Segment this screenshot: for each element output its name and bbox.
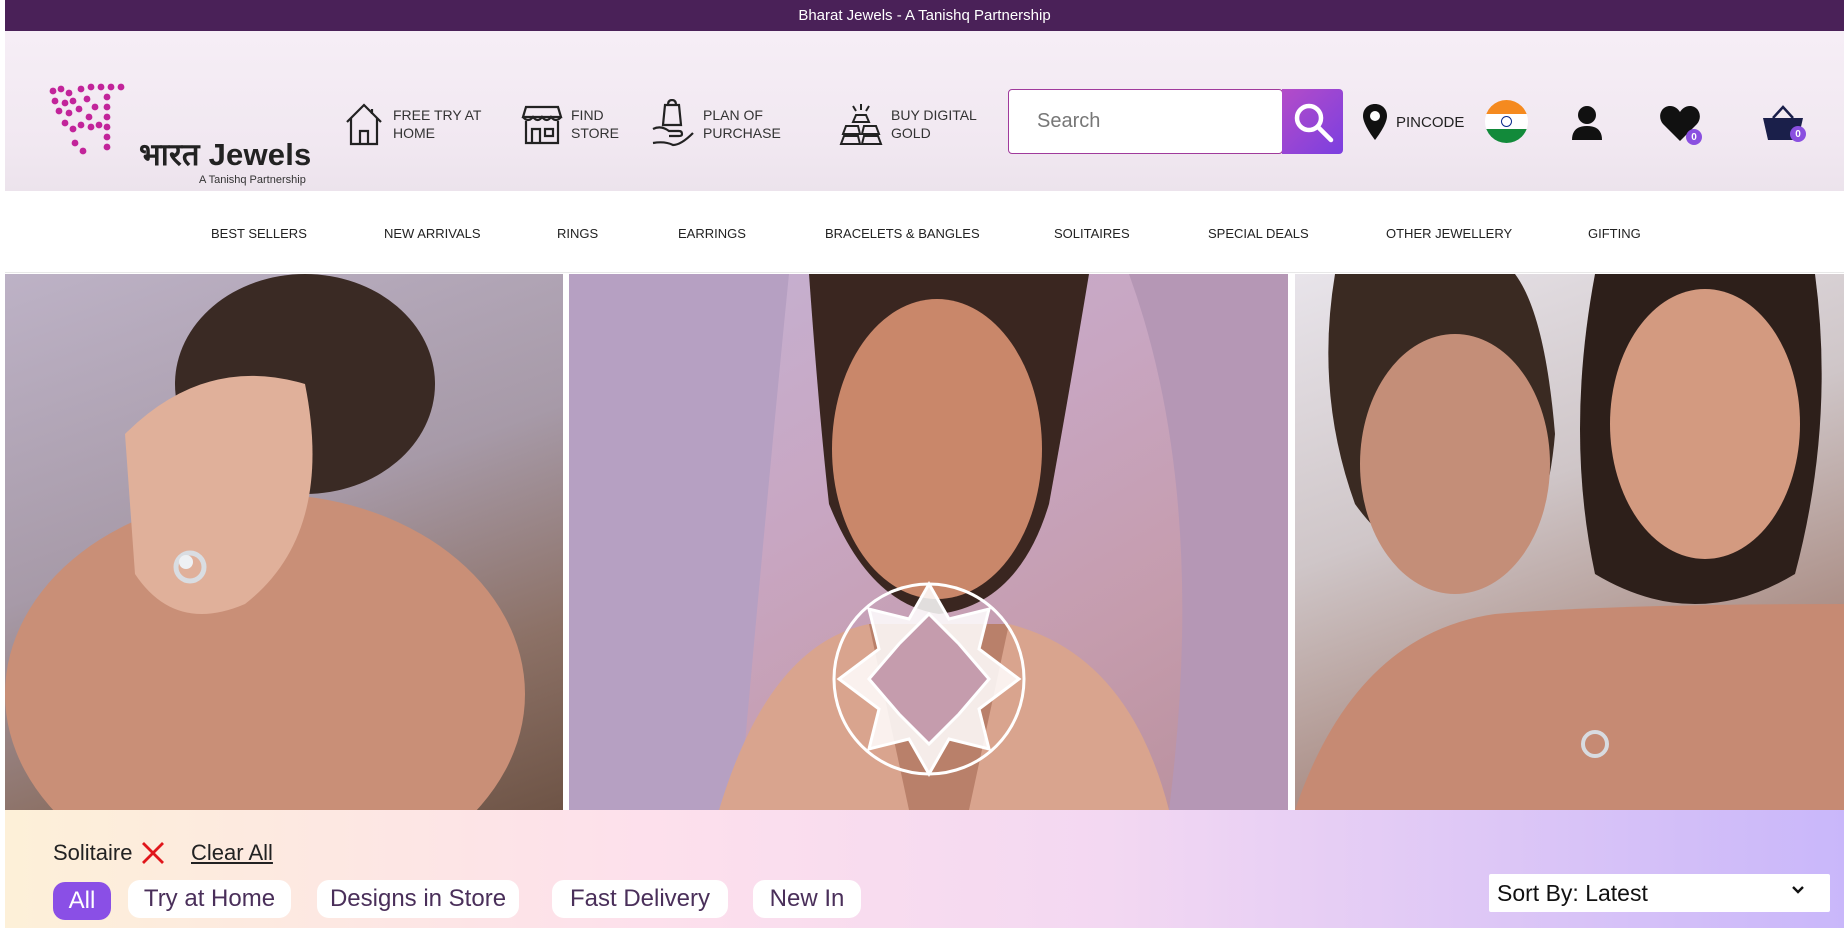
nav-item-new-arrivals[interactable]: NEW ARRIVALS (384, 226, 481, 241)
nav-item-other-jewellery[interactable]: OTHER JEWELLERY (1386, 226, 1512, 241)
nav-item-earrings[interactable]: EARRINGS (678, 226, 746, 241)
search-input[interactable] (1009, 90, 1282, 153)
find-store-link[interactable]: FIND STORE (521, 94, 641, 154)
filter-pill-new-in[interactable]: New In (753, 880, 861, 918)
promo-text: Bharat Jewels - A Tanishq Partnership (798, 7, 1051, 24)
gold-bars-icon (839, 104, 883, 145)
nav-item-best-sellers[interactable]: BEST SELLERS (211, 226, 307, 241)
filter-pill-designs-in-store[interactable]: Designs in Store (317, 880, 519, 918)
wishlist-button[interactable]: 0 (1655, 98, 1705, 148)
active-filter-chip: Solitaire (53, 840, 166, 866)
hero-banner[interactable] (5, 274, 1844, 810)
filter-bar: Solitaire Clear All All Try at Home Desi… (5, 810, 1844, 928)
filter-pill-try-at-home[interactable]: Try at Home (128, 880, 291, 918)
cart-button[interactable]: 0 (1758, 98, 1808, 148)
site-header: भारत Jewels A Tanishq Partnership FREE T… (5, 31, 1844, 191)
filter-pill-new-in-label: New In (769, 885, 845, 912)
filter-pill-try-at-home-label: Try at Home (143, 885, 276, 912)
filter-pill-all[interactable]: All (53, 882, 111, 920)
plan-of-purchase-label: PLAN OF PURCHASE (703, 107, 781, 141)
account-button[interactable] (1562, 98, 1612, 148)
nav-item-rings[interactable]: RINGS (557, 226, 598, 241)
plan-of-purchase-link[interactable]: PLAN OF PURCHASE (651, 94, 793, 154)
buy-digital-gold-label: BUY DIGITAL GOLD (891, 107, 977, 141)
find-store-label: FIND STORE (571, 107, 619, 141)
pincode-label: PINCODE (1396, 113, 1465, 131)
wishlist-count-badge: 0 (1686, 129, 1702, 145)
filter-pill-all-label: All (68, 887, 96, 914)
free-try-at-home-link[interactable]: FREE TRY AT HOME (343, 94, 503, 154)
remove-filter-icon[interactable] (140, 840, 166, 866)
cart-count-badge: 0 (1790, 126, 1806, 142)
nav-item-bracelets-bangles[interactable]: BRACELETS & BANGLES (825, 226, 980, 241)
hero-image-left (5, 274, 563, 810)
shopping-bag-hand-icon (652, 99, 694, 147)
location-pin-icon (1363, 104, 1387, 140)
brand-name: भारत Jewels (139, 137, 312, 172)
logo-mark-icon (49, 83, 125, 155)
sort-label: Sort By: Latest (1497, 879, 1648, 906)
diamond-logo-icon (832, 580, 1026, 778)
pincode-selector[interactable]: PINCODE (1362, 101, 1464, 143)
chevron-down-icon (1792, 886, 1804, 894)
active-filter-label: Solitaire (53, 840, 133, 865)
promo-bar: Bharat Jewels - A Tanishq Partnership (5, 0, 1844, 31)
buy-digital-gold-link[interactable]: BUY DIGITAL GOLD (839, 94, 986, 154)
home-icon (346, 103, 382, 146)
search-icon (1294, 103, 1333, 142)
hero-image-center (569, 274, 1288, 810)
search-button[interactable] (1282, 89, 1343, 154)
filter-pill-fast-delivery-label: Fast Delivery (569, 885, 711, 912)
free-try-at-home-label: FREE TRY AT HOME (393, 107, 482, 141)
filter-pill-designs-in-store-label: Designs in Store (329, 885, 507, 912)
brand-tagline: A Tanishq Partnership (199, 174, 306, 186)
nav-item-solitaires[interactable]: SOLITAIRES (1054, 226, 1130, 241)
hero-image-right (1295, 274, 1844, 810)
user-icon (1572, 106, 1602, 140)
india-flag-icon[interactable] (1485, 100, 1528, 143)
sort-dropdown[interactable]: Sort By: Latest (1489, 874, 1830, 912)
search-box (1008, 89, 1283, 154)
brand-logo[interactable]: भारत Jewels A Tanishq Partnership (45, 81, 335, 187)
nav-item-special-deals[interactable]: SPECIAL DEALS (1208, 226, 1309, 241)
filter-pill-fast-delivery[interactable]: Fast Delivery (552, 880, 728, 918)
clear-all-link[interactable]: Clear All (191, 840, 273, 866)
nav-item-gifting[interactable]: GIFTING (1588, 226, 1641, 241)
main-nav: BEST SELLERS NEW ARRIVALS RINGS EARRINGS… (5, 191, 1844, 273)
store-icon (521, 105, 563, 145)
